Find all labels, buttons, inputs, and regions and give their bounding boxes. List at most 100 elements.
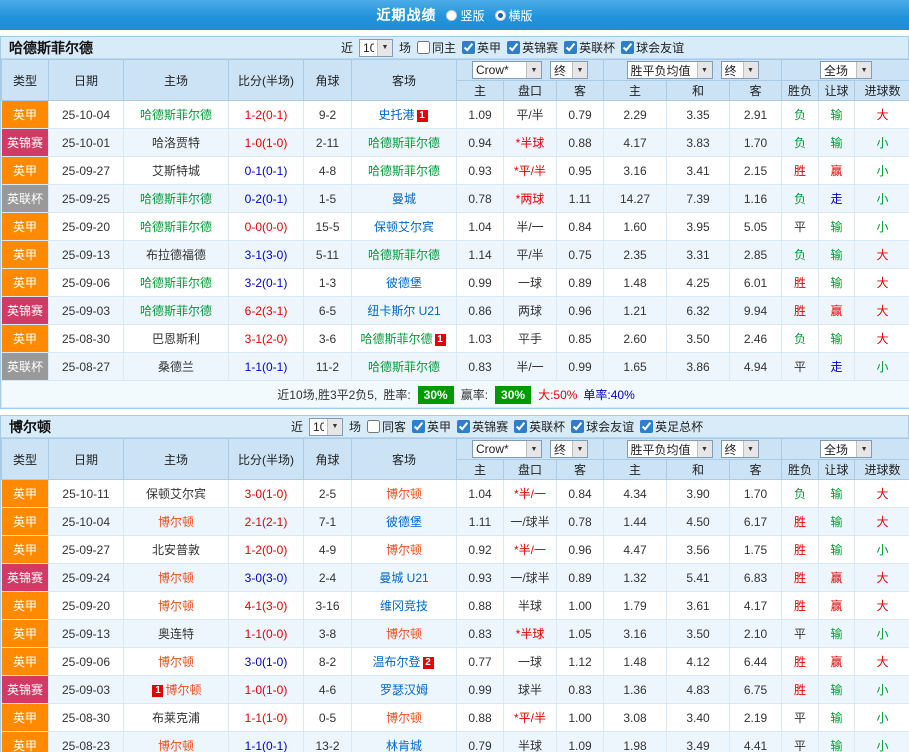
away-team-cell: 哈德斯菲尔德 [351,352,457,381]
home-team-name[interactable]: 哈德斯菲尔德 [140,304,212,318]
away-team-cell: 哈德斯菲尔德 [351,240,457,269]
avg-away-cell: 5.05 [728,212,783,241]
bookmaker-select[interactable]: Crow* ▼ [472,440,542,458]
filter-checkbox[interactable] [640,420,654,433]
summary-cell: 近10场,胜3平2负5, 胜率: 30% 赢率: 30% 大:50% 单率:40% [0,380,909,408]
filter-checkbox[interactable] [507,41,521,54]
home-team-name[interactable]: 博尔顿 [165,683,201,697]
home-team-name[interactable]: 博尔顿 [158,571,194,585]
match-scope-select[interactable]: 全场 ▼ [820,61,873,79]
avg-away-cell: 1.70 [728,128,783,157]
filter-item[interactable]: 英联杯 [564,39,615,56]
home-team-name[interactable]: 哈德斯菲尔德 [140,192,212,206]
filter-checkbox[interactable] [367,420,381,433]
home-team-name[interactable]: 博尔顿 [158,739,194,752]
home-team-name[interactable]: 奥连特 [158,627,194,641]
avg-home-cell: 2.35 [603,240,667,269]
home-team-name[interactable]: 艾斯特城 [152,164,200,178]
filter-item[interactable]: 同客 [367,418,406,435]
filter-item[interactable]: 同主 [417,39,456,56]
filter-checkbox[interactable] [571,420,585,433]
filter-item[interactable]: 英足总杯 [640,418,703,435]
away-team-name[interactable]: 彼德堡 [386,515,422,529]
match-row: 英甲 25-09-20 博尔顿 4-1(3-0) 3-16 维冈竞技 0.88 半球 1.00 1… [1,591,909,620]
match-row: 英甲 25-10-11 保顿艾尔宾 3-0(1-0) 2-5 博尔顿 1.04 *半/一 0.8… [1,479,909,508]
games-count-select[interactable]: 10 ▼ [359,38,394,57]
goals-result-cell: 大 [854,563,909,592]
bookmaker-select[interactable]: Crow* ▼ [472,61,542,79]
filter-checkbox[interactable] [462,41,476,54]
home-team-name[interactable]: 桑德兰 [158,360,194,374]
home-team-name[interactable]: 博尔顿 [158,655,194,669]
games-count-select[interactable]: 10 ▼ [309,417,344,436]
home-team-name[interactable]: 博尔顿 [158,599,194,613]
filter-checkbox[interactable] [417,41,431,54]
filter-checkbox[interactable] [621,41,635,54]
home-team-name[interactable]: 哈德斯菲尔德 [140,276,212,290]
filter-label: 同客 [382,420,407,434]
avg-metric-select[interactable]: 胜平负均值 ▼ [626,440,713,458]
home-team-cell: 桑德兰 [123,352,229,381]
away-team-name[interactable]: 纽卡斯尔 U21 [367,304,440,318]
win-rate-label: 胜率: [383,387,411,402]
column-header: 客 [728,80,783,101]
horizontal-layout-radio[interactable]: 横版 [494,7,533,24]
avg-stage-select[interactable]: 终 ▼ [720,61,759,79]
away-team-name[interactable]: 博尔顿 [386,487,422,501]
home-team-name[interactable]: 哈洛贾特 [152,136,200,150]
corner-cell: 9-2 [303,100,352,129]
filter-checkbox[interactable] [514,420,528,433]
away-team-name[interactable]: 彼德堡 [386,276,422,290]
away-team-name[interactable]: 罗瑟汉姆 [380,683,428,697]
home-team-cell: 1 博尔顿 [123,675,229,704]
handicap-cell: *半球 [503,619,557,648]
league-cell: 英甲 [1,240,49,269]
odds-stage-select[interactable]: 终 ▼ [550,440,588,458]
chevron-down-icon: ▼ [526,62,541,78]
home-team-name[interactable]: 巴恩斯利 [152,332,200,346]
away-team-name[interactable]: 哈德斯菲尔德 [368,136,440,150]
avg-home-cell: 3.16 [603,619,667,648]
away-team-name[interactable]: 曼城 [392,192,416,206]
away-team-name[interactable]: 博尔顿 [386,627,422,641]
home-team-name[interactable]: 布拉德福德 [146,248,206,262]
away-team-name[interactable]: 维冈竞技 [380,599,428,613]
away-team-name[interactable]: 哈德斯菲尔德 [368,360,440,374]
filter-checkbox[interactable] [412,420,426,433]
away-team-name[interactable]: 史托港 [378,108,414,122]
away-team-name[interactable]: 曼城 U21 [379,571,428,585]
away-team-name[interactable]: 哈德斯菲尔德 [368,248,440,262]
goals-result-cell: 小 [854,212,909,241]
home-team-name[interactable]: 北安普敦 [152,543,200,557]
home-team-name[interactable]: 布莱克浦 [152,711,200,725]
filter-item[interactable]: 英锦赛 [507,39,558,56]
avg-metric-select[interactable]: 胜平负均值 ▼ [626,61,713,79]
odds-stage-select[interactable]: 终 ▼ [550,61,588,79]
home-team-name[interactable]: 博尔顿 [158,515,194,529]
filter-item[interactable]: 球会友谊 [571,418,634,435]
match-scope-select[interactable]: 全场 ▼ [820,440,873,458]
filter-item[interactable]: 英甲 [462,39,501,56]
away-team-name[interactable]: 博尔顿 [386,711,422,725]
away-team-name[interactable]: 哈德斯菲尔德 [368,164,440,178]
filter-item[interactable]: 英联杯 [514,418,565,435]
handicap-result-cell: 输 [818,731,856,752]
home-team-name[interactable]: 哈德斯菲尔德 [140,220,212,234]
home-team-name[interactable]: 保顿艾尔宾 [146,487,206,501]
away-team-name[interactable]: 林肯城 [386,739,422,752]
away-team-name[interactable]: 博尔顿 [386,543,422,557]
vertical-layout-radio[interactable]: 竖版 [446,7,485,24]
away-team-name[interactable]: 保顿艾尔宾 [374,220,434,234]
goals-result-cell: 大 [854,296,909,325]
date-cell: 25-09-27 [48,156,124,185]
filter-checkbox[interactable] [457,420,471,433]
avg-stage-select[interactable]: 终 ▼ [720,440,759,458]
filter-item[interactable]: 英甲 [412,418,451,435]
filter-checkbox[interactable] [564,41,578,54]
filter-item[interactable]: 英锦赛 [457,418,508,435]
away-team-name[interactable]: 温布尔登 [372,655,420,669]
home-team-name[interactable]: 哈德斯菲尔德 [140,108,212,122]
away-team-name[interactable]: 哈德斯菲尔德 [360,332,432,346]
match-row: 英联杯 25-08-27 桑德兰 1-1(0-1) 11-2 哈德斯菲尔德 0.83 半/一 0… [1,352,909,381]
filter-item[interactable]: 球会友谊 [621,39,684,56]
